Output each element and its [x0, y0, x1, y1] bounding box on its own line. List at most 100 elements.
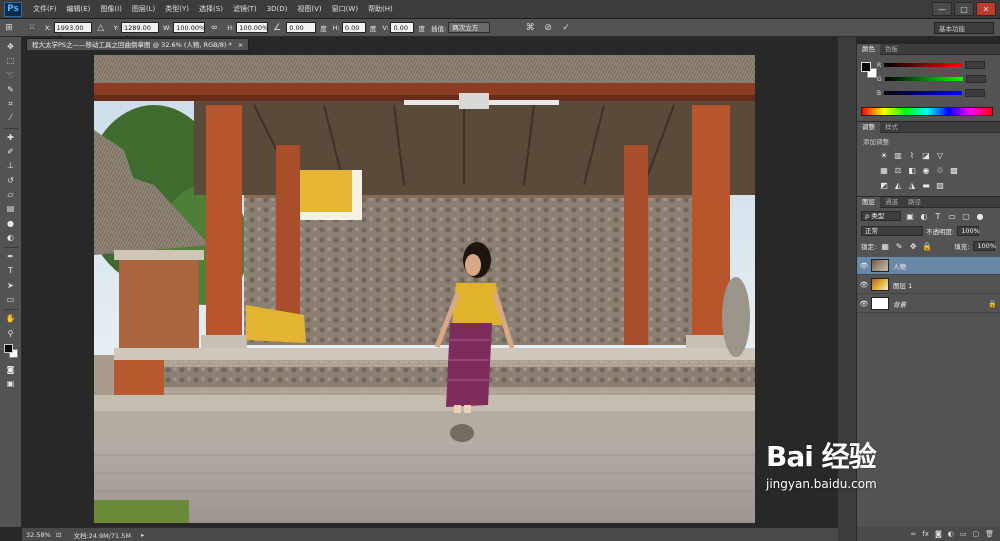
- levels-icon[interactable]: ▥: [893, 150, 903, 160]
- color-balance-icon[interactable]: ⚖: [893, 165, 903, 175]
- menu-edit[interactable]: 编辑(E): [62, 0, 96, 19]
- hskew-field[interactable]: 0.00: [341, 22, 366, 33]
- tab-swatches[interactable]: 色板: [880, 44, 903, 55]
- dodge-icon[interactable]: ◐: [3, 231, 19, 244]
- blend-mode-select[interactable]: 正常: [861, 226, 923, 236]
- marquee-icon[interactable]: ⬚: [3, 54, 19, 67]
- menu-window[interactable]: 窗口(W): [327, 0, 363, 19]
- tab-color[interactable]: 颜色: [857, 43, 880, 55]
- add-mask-icon[interactable]: ◙: [935, 530, 942, 538]
- visibility-eye-icon[interactable]: 👁: [857, 281, 871, 289]
- posterize-icon[interactable]: ◭: [893, 180, 903, 190]
- quick-select-icon[interactable]: ✎: [3, 83, 19, 96]
- warp-mode-icon[interactable]: ⌘: [524, 22, 536, 34]
- workspace-select[interactable]: 基本功能: [934, 22, 994, 34]
- lock-transparent-icon[interactable]: ▦: [880, 241, 890, 251]
- threshold-icon[interactable]: ◮: [907, 180, 917, 190]
- hue-saturation-icon[interactable]: ▦: [879, 165, 889, 175]
- tab-adjustments[interactable]: 调整: [857, 121, 880, 133]
- filter-toggle-icon[interactable]: ●: [975, 211, 985, 221]
- menu-view[interactable]: 视图(V): [292, 0, 326, 19]
- clone-stamp-icon[interactable]: ⊥: [3, 159, 19, 172]
- b-value-field[interactable]: [965, 89, 986, 97]
- menu-3d[interactable]: 3D(D): [262, 0, 293, 19]
- brush-icon[interactable]: ✐: [3, 145, 19, 158]
- blur-icon[interactable]: ●: [3, 217, 19, 230]
- photo-filter-icon[interactable]: ◉: [921, 165, 931, 175]
- status-arrow-icon[interactable]: ▸: [141, 531, 144, 539]
- new-adjustment-icon[interactable]: ◐: [948, 530, 954, 538]
- zoom-icon[interactable]: ⚲: [3, 327, 19, 340]
- color-lookup-icon[interactable]: ▩: [949, 165, 959, 175]
- filter-type-icon[interactable]: T: [933, 211, 943, 221]
- new-group-icon[interactable]: ▭: [960, 530, 967, 538]
- gradient-map-icon[interactable]: ▬: [921, 180, 931, 190]
- reference-point-icon[interactable]: ⁙: [26, 22, 38, 34]
- menu-type[interactable]: 类型(Y): [160, 0, 194, 19]
- vskew-field[interactable]: 0.00: [390, 22, 415, 33]
- h-field[interactable]: 100.00%: [236, 22, 269, 33]
- path-select-icon[interactable]: ➤: [3, 279, 19, 292]
- commit-transform-icon[interactable]: ✓: [560, 22, 572, 34]
- angle-field[interactable]: 0.00: [286, 22, 317, 33]
- new-layer-icon[interactable]: ▢: [972, 530, 979, 538]
- type-icon[interactable]: T: [3, 264, 19, 277]
- gradient-icon[interactable]: ▤: [3, 202, 19, 215]
- filter-shape-icon[interactable]: ▭: [947, 211, 957, 221]
- r-slider-row[interactable]: R: [877, 61, 986, 69]
- healing-icon[interactable]: ✚: [3, 131, 19, 144]
- exposure-icon[interactable]: ◪: [921, 150, 931, 160]
- menu-image[interactable]: 图像(I): [95, 0, 127, 19]
- interpolation-select[interactable]: 两次立方: [448, 22, 491, 33]
- filter-pixel-icon[interactable]: ▣: [905, 211, 915, 221]
- lock-all-icon[interactable]: 🔒: [922, 241, 932, 251]
- transform-tool-icon[interactable]: ⊞: [3, 22, 15, 34]
- layer-row-layer1[interactable]: 👁 图层 1: [857, 276, 1000, 294]
- opacity-field[interactable]: 100%: [957, 226, 980, 236]
- document-tab[interactable]: 程大太学PS之——移动工具之回曲倒章图 @ 32.6% (人物, RGB/8) …: [26, 38, 250, 50]
- history-brush-icon[interactable]: ↺: [3, 174, 19, 187]
- channel-mixer-icon[interactable]: ♲: [935, 165, 945, 175]
- black-white-icon[interactable]: ◧: [907, 165, 917, 175]
- lasso-icon[interactable]: ➰: [3, 69, 19, 82]
- screen-mode-icon[interactable]: ▣: [3, 377, 19, 390]
- quick-mask-icon[interactable]: ◙: [3, 363, 19, 376]
- tab-paths[interactable]: 路径: [903, 197, 926, 208]
- delete-layer-icon[interactable]: 🗑: [985, 530, 994, 538]
- lock-pixels-icon[interactable]: ✎: [894, 241, 904, 251]
- close-tab-icon[interactable]: ×: [238, 41, 243, 49]
- w-field[interactable]: 100.00%: [173, 22, 206, 33]
- layer-row-person[interactable]: 👁 人物: [857, 257, 1000, 275]
- layer-row-background[interactable]: 👁 背景 🔒: [857, 295, 1000, 313]
- lock-position-icon[interactable]: ✥: [908, 241, 918, 251]
- visibility-eye-icon[interactable]: 👁: [857, 300, 871, 308]
- menu-filter[interactable]: 滤镜(T): [228, 0, 262, 19]
- tab-channels[interactable]: 通道: [880, 197, 903, 208]
- curves-icon[interactable]: ⌇: [907, 150, 917, 160]
- menu-file[interactable]: 文件(F): [28, 0, 62, 19]
- x-field[interactable]: 1993.00 像: [53, 22, 92, 43]
- brightness-icon[interactable]: ☀: [879, 150, 889, 160]
- g-value-field[interactable]: [965, 75, 986, 83]
- zoom-level[interactable]: 32.58%: [26, 531, 56, 539]
- tab-layers[interactable]: 图层: [857, 196, 880, 208]
- chain-link-icon[interactable]: ∞: [208, 22, 220, 34]
- eraser-icon[interactable]: ▱: [3, 188, 19, 201]
- close-button[interactable]: ✕: [976, 2, 996, 16]
- visibility-eye-icon[interactable]: 👁: [857, 262, 871, 270]
- selective-color-icon[interactable]: ▨: [935, 180, 945, 190]
- color-spectrum[interactable]: [861, 107, 993, 116]
- menu-layer[interactable]: 图层(L): [127, 0, 160, 19]
- link-layers-icon[interactable]: ∞: [911, 530, 917, 538]
- link-icon[interactable]: △: [95, 22, 107, 34]
- crop-icon[interactable]: ⌗: [3, 97, 19, 110]
- fg-bg-swatch[interactable]: [861, 62, 877, 78]
- invert-icon[interactable]: ◩: [879, 180, 889, 190]
- move-icon[interactable]: ✥: [3, 40, 19, 53]
- cancel-transform-icon[interactable]: ⊘: [542, 22, 554, 34]
- pen-icon[interactable]: ✒: [3, 250, 19, 263]
- r-value-field[interactable]: [965, 61, 986, 69]
- fill-field[interactable]: 100%: [973, 241, 996, 251]
- eyedropper-icon[interactable]: ⁄: [3, 111, 19, 124]
- filter-adjust-icon[interactable]: ◐: [919, 211, 929, 221]
